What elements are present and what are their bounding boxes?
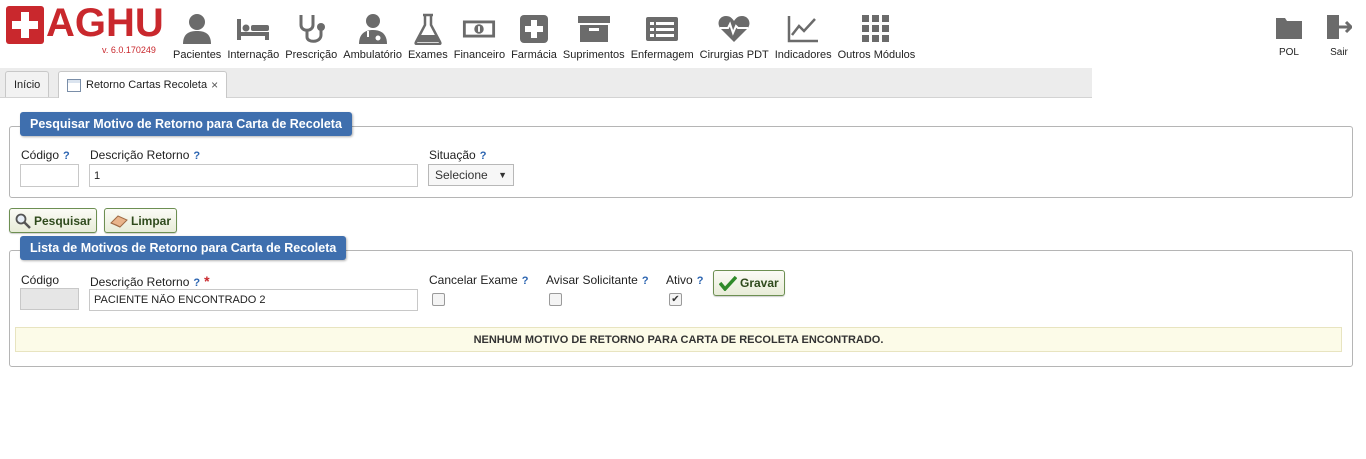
codigo-label: Código? (21, 148, 70, 162)
nav-label: Ambulatório (343, 49, 402, 61)
folder-icon (1275, 14, 1303, 43)
grid-icon (859, 12, 893, 46)
codigo-input[interactable] (20, 164, 79, 187)
descricao-input[interactable] (89, 164, 418, 187)
tab-inicio[interactable]: Início (5, 71, 50, 97)
list-codigo-label: Código (21, 273, 60, 287)
list-codigo-input (20, 288, 79, 310)
pol-button[interactable]: POL (1275, 14, 1303, 58)
list-descricao-label: Descrição Retorno? * (90, 273, 210, 289)
descricao-label: Descrição Retorno? (90, 148, 201, 162)
caret-down-icon: ▼ (498, 170, 507, 180)
search-panel (9, 126, 1353, 198)
nav-outros-modulos[interactable]: Outros Módulos (835, 12, 919, 66)
line-chart-icon (786, 12, 820, 46)
pol-label: POL (1278, 47, 1299, 58)
nav-label: Indicadores (774, 49, 832, 61)
empty-results-message: NENHUM MOTIVO DE RETORNO PARA CARTA DE R… (15, 327, 1342, 352)
situacao-select[interactable]: Selecione ▼ (428, 164, 514, 186)
avisar-solicitante-checkbox[interactable] (549, 293, 562, 306)
nav-label: Suprimentos (562, 49, 625, 61)
nav-internacao[interactable]: Internação (224, 12, 282, 66)
flask-icon (411, 12, 445, 46)
clear-button-label: Limpar (131, 213, 172, 228)
heartbeat-icon (717, 12, 751, 46)
ativo-checkbox[interactable]: ✔ (669, 293, 682, 306)
nav-farmacia[interactable]: Farmácia (508, 12, 560, 66)
nav-label: Pacientes (173, 49, 222, 61)
help-icon[interactable]: ? (522, 275, 529, 287)
nav-label: Cirurgias PDT (699, 49, 769, 61)
nav-label: Outros Módulos (837, 49, 916, 61)
search-button[interactable]: Pesquisar (9, 208, 98, 233)
avisar-solicitante-label: Avisar Solicitante? (546, 273, 649, 287)
archive-icon (577, 12, 611, 46)
tab-label: Retorno Cartas Recoleta (86, 79, 208, 91)
help-icon[interactable]: ? (63, 150, 70, 162)
eraser-icon (110, 214, 128, 228)
app-version: v. 6.0.170249 (102, 45, 156, 55)
nav-pacientes[interactable]: Pacientes (170, 12, 224, 66)
cancelar-exame-checkbox[interactable] (432, 293, 445, 306)
save-button[interactable]: Gravar (713, 270, 785, 296)
doctor-icon (356, 12, 390, 46)
nav-suprimentos[interactable]: Suprimentos (560, 12, 628, 66)
nav-prescricao[interactable]: Prescrição (282, 12, 340, 66)
nav-label: Prescrição (285, 49, 338, 61)
stethoscope-icon (294, 12, 328, 46)
nav-indicadores[interactable]: Indicadores (772, 12, 835, 66)
exit-door-icon (1326, 14, 1354, 43)
exit-button[interactable]: Sair (1326, 14, 1354, 58)
nav-label: Exames (407, 49, 448, 61)
cross-logo-icon (6, 6, 44, 44)
green-check-icon (719, 275, 737, 291)
list-panel-title: Lista de Motivos de Retorno para Carta d… (20, 236, 347, 260)
help-icon[interactable]: ? (480, 150, 487, 162)
nav-label: Internação (227, 49, 280, 61)
app-logo[interactable]: AGHU v. 6.0.170249 (6, 1, 166, 57)
money-icon (462, 12, 496, 46)
nav-enfermagem[interactable]: Enfermagem (628, 12, 697, 66)
help-icon[interactable]: ? (193, 150, 200, 162)
help-icon[interactable]: ? (697, 275, 704, 287)
nav-ambulatorio[interactable]: Ambulatório (340, 12, 405, 66)
search-button-label: Pesquisar (34, 213, 92, 228)
nav-label: Enfermagem (630, 49, 694, 61)
save-button-label: Gravar (740, 276, 779, 290)
nav-exames[interactable]: Exames (405, 12, 451, 66)
list-descricao-input[interactable] (89, 289, 418, 311)
table-icon (67, 78, 81, 92)
bed-icon (236, 12, 270, 46)
clear-button[interactable]: Limpar (104, 208, 178, 233)
nav-financeiro[interactable]: Financeiro (451, 12, 508, 66)
close-icon[interactable]: × (211, 78, 218, 92)
plus-box-icon (517, 12, 551, 46)
ativo-label: Ativo? (666, 273, 704, 287)
required-mark: * (204, 273, 210, 289)
tab-retorno-cartas-recoleta[interactable]: Retorno Cartas Recoleta × (58, 71, 228, 98)
exit-label: Sair (1330, 47, 1348, 58)
check-icon: ✔ (671, 293, 680, 305)
nav-cirurgias-pdt[interactable]: Cirurgias PDT (697, 12, 772, 66)
help-icon[interactable]: ? (193, 277, 200, 289)
tab-label: Início (14, 78, 41, 91)
main-nav: Pacientes Internação Prescrição Ambulató… (170, 12, 918, 66)
search-panel-title: Pesquisar Motivo de Retorno para Carta d… (20, 112, 352, 136)
situacao-selected-value: Selecione (435, 168, 488, 182)
situacao-label: Situação? (429, 148, 487, 162)
user-icon (180, 12, 214, 46)
cancelar-exame-label: Cancelar Exame? (429, 273, 529, 287)
magnifier-icon (15, 213, 31, 229)
nav-label: Farmácia (511, 49, 557, 61)
help-icon[interactable]: ? (642, 275, 649, 287)
list-icon (645, 12, 679, 46)
logo-text: AGHU (46, 1, 164, 45)
nav-label: Financeiro (453, 49, 506, 61)
